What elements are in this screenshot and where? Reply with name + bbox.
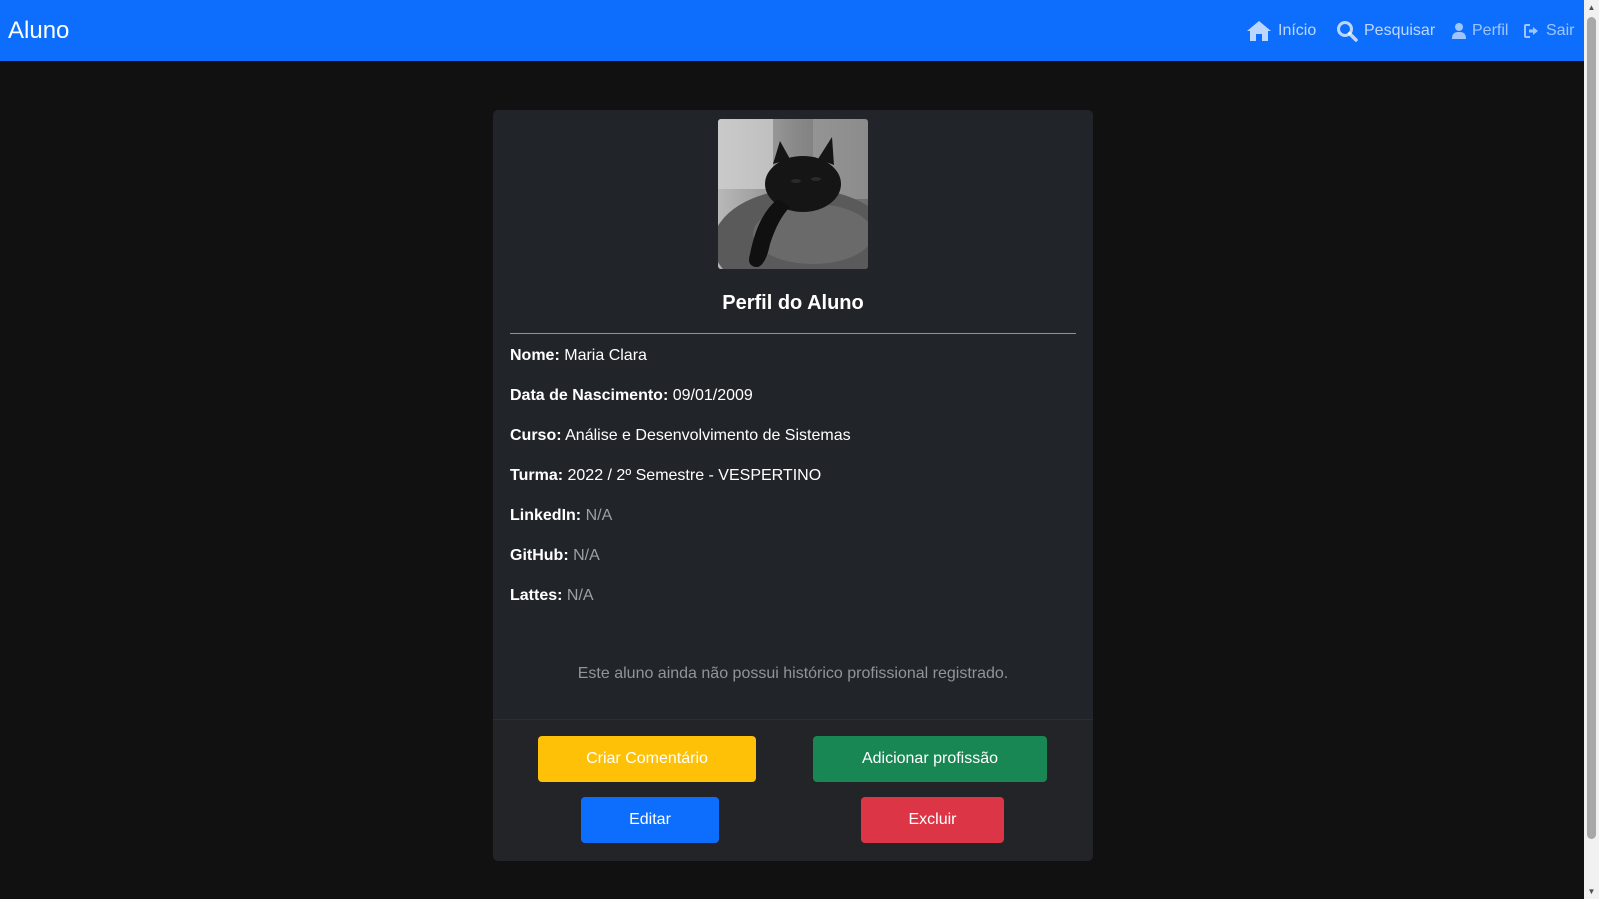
home-icon <box>1246 20 1272 42</box>
nav-link-pesquisar[interactable]: Pesquisar <box>1336 18 1435 44</box>
field-data-nascimento: Data de Nascimento: 09/01/2009 <box>510 387 753 405</box>
field-value: 09/01/2009 <box>672 387 753 404</box>
field-lattes: Lattes: N/A <box>510 587 594 605</box>
scroll-down-icon[interactable]: ▼ <box>1584 884 1599 899</box>
create-comment-button[interactable]: Criar Comentário <box>538 736 756 782</box>
field-value: 2022 / 2º Semestre - VESPERTINO <box>567 467 822 484</box>
add-profession-button[interactable]: Adicionar profissão <box>813 736 1047 782</box>
field-value: N/A <box>585 507 613 524</box>
page-title: Perfil do Aluno <box>722 292 864 314</box>
field-label: LinkedIn: <box>510 507 582 524</box>
profile-photo <box>718 119 868 269</box>
field-label: Data de Nascimento: <box>510 387 669 404</box>
scroll-thumb[interactable] <box>1587 17 1596 839</box>
scroll-up-icon[interactable]: ▲ <box>1584 0 1599 15</box>
navbar-brand[interactable]: Aluno <box>8 16 69 46</box>
nav-link-label: Início <box>1278 22 1317 39</box>
search-icon <box>1336 20 1358 42</box>
nav-link-perfil[interactable]: Perfil <box>1452 18 1508 44</box>
user-icon <box>1452 23 1466 39</box>
nav-link-label: Perfil <box>1472 22 1509 39</box>
title-divider <box>510 333 1076 334</box>
field-linkedin: LinkedIn: N/A <box>510 507 612 525</box>
field-value: N/A <box>573 547 600 564</box>
field-label: Curso: <box>510 427 562 444</box>
empty-history-message: Este aluno ainda não possui histórico pr… <box>577 665 1009 682</box>
field-github: GitHub: N/A <box>510 547 600 565</box>
profile-card: Perfil do Aluno Nome: Maria Clara Data d… <box>493 110 1093 861</box>
field-value: Análise e Desenvolvimento de Sistemas <box>565 427 851 444</box>
edit-button[interactable]: Editar <box>581 797 719 843</box>
field-turma: Turma: 2022 / 2º Semestre - VESPERTINO <box>510 467 821 485</box>
field-label: Nome: <box>510 347 560 364</box>
nav-link-label: Sair <box>1546 22 1575 39</box>
nav-link-sair[interactable]: Sair <box>1524 18 1574 44</box>
sign-out-icon <box>1524 24 1540 38</box>
top-navbar: Aluno Início Pesquisar Perfil Sair <box>0 0 1584 61</box>
field-value: N/A <box>566 587 594 604</box>
field-label: GitHub: <box>510 547 569 564</box>
page-scrollbar[interactable]: ▲ ▼ <box>1584 0 1599 899</box>
field-curso: Curso: Análise e Desenvolvimento de Sist… <box>510 427 851 445</box>
field-label: Lattes: <box>510 587 563 604</box>
card-actions: Criar Comentário Adicionar profissão Edi… <box>493 719 1093 861</box>
nav-link-inicio[interactable]: Início <box>1246 18 1316 44</box>
field-label: Turma: <box>510 467 564 484</box>
delete-button[interactable]: Excluir <box>861 797 1004 843</box>
nav-link-label: Pesquisar <box>1364 22 1436 39</box>
field-value: Maria Clara <box>564 347 647 364</box>
field-nome: Nome: Maria Clara <box>510 347 647 365</box>
